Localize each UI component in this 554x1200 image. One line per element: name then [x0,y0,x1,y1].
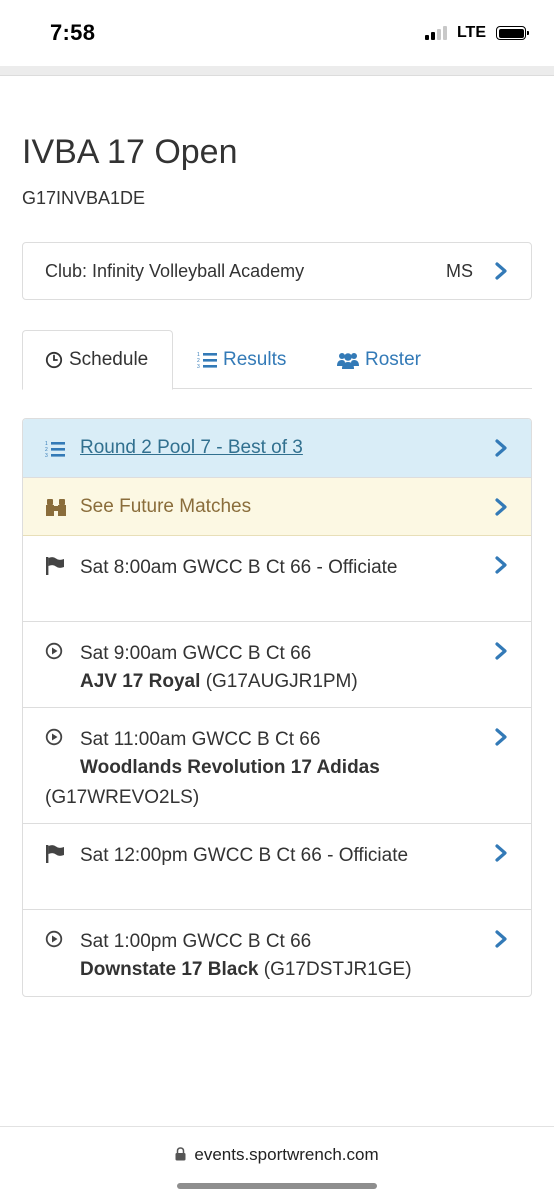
battery-icon [496,26,529,40]
play-circle-icon [45,728,63,751]
tab-roster[interactable]: Roster [337,330,421,389]
chevron-right-icon [493,262,509,280]
network-type: LTE [456,24,486,41]
play-circle-icon [45,642,63,665]
opponent-code: (G17DSTJR1GE) [263,959,412,980]
match-row[interactable]: Sat 1:00pm GWCC B Ct 66 Downstate 17 Bla… [23,910,531,996]
svg-text:3: 3 [45,453,48,459]
tab-roster-label: Roster [365,348,421,370]
future-matches-label: See Future Matches [80,496,252,517]
opponent-name: AJV 17 Royal [80,671,201,692]
chevron-right-icon [493,930,509,948]
address-bar[interactable]: events.sportwrench.com [0,1145,554,1166]
opponent-code: (G17WREVO2LS) [45,787,200,808]
chevron-right-icon [493,728,509,746]
status-time: 7:58 [50,20,96,45]
list-ol-icon: 1 2 3 [197,351,217,369]
clock-icon [45,351,63,369]
match-row[interactable]: Sat 11:00am GWCC B Ct 66 Woodlands Revol… [23,708,531,824]
flag-icon [45,844,65,869]
match-time-location: Sat 11:00am GWCC B Ct 66 [80,729,321,750]
pool-row[interactable]: 1 2 3 Round 2 Pool 7 - Best of 3 [23,419,531,478]
match-row[interactable]: Sat 12:00pm GWCC B Ct 66 - Officiate [23,824,531,910]
chevron-right-icon [493,642,509,660]
club-name: Club: Infinity Volleyball Academy [45,260,305,281]
match-time-location: Sat 8:00am GWCC B Ct 66 - Officiate [80,557,398,578]
opponent-name: Woodlands Revolution 17 Adidas [80,757,380,778]
signal-strength-icon [424,26,447,40]
future-matches-row[interactable]: See Future Matches [23,478,531,536]
chevron-right-icon [493,556,509,574]
users-icon [337,351,359,369]
svg-text:3: 3 [197,364,200,369]
chevron-right-icon [493,844,509,862]
lock-icon [175,1146,186,1166]
opponent-code: (G17AUGJR1PM) [205,671,358,692]
tab-schedule[interactable]: Schedule [22,330,173,390]
home-indicator[interactable] [177,1183,377,1189]
binoculars-icon [45,498,67,523]
match-opponent: Downstate 17 Black (G17DSTJR1GE) [80,955,481,985]
club-card[interactable]: Club: Infinity Volleyball Academy MS [22,242,532,300]
tab-schedule-label: Schedule [69,349,149,370]
tab-results-label: Results [223,348,287,370]
schedule-list: 1 2 3 Round 2 Pool 7 - Best of 3 See Fut… [22,418,532,997]
club-state: MS [446,260,473,281]
page-title: IVBA 17 Open [22,133,238,171]
navbar-strip [0,66,554,76]
pool-link[interactable]: Round 2 Pool 7 - Best of 3 [80,437,303,458]
match-opponent: AJV 17 Royal (G17AUGJR1PM) [80,667,481,697]
team-code: G17INVBA1DE [22,188,146,208]
match-time-location: Sat 12:00pm GWCC B Ct 66 - Officiate [80,845,409,866]
match-time-location: Sat 9:00am GWCC B Ct 66 [80,643,312,664]
tab-results[interactable]: 1 2 3 Results [197,330,286,389]
status-bar: 7:58 LTE [0,0,554,66]
browser-bottom-bar: events.sportwrench.com [0,1126,554,1200]
chevron-right-icon [493,439,509,457]
url-text: events.sportwrench.com [194,1145,379,1164]
status-indicators: LTE [424,24,529,42]
match-opponent: Woodlands Revolution 17 Adidas [80,753,481,783]
list-ol-icon: 1 2 3 [45,439,65,464]
flag-icon [45,556,65,581]
match-row[interactable]: Sat 9:00am GWCC B Ct 66 AJV 17 Royal (G1… [23,622,531,708]
chevron-right-icon [493,498,509,516]
match-time-location: Sat 1:00pm GWCC B Ct 66 [80,931,312,952]
opponent-name: Downstate 17 Black [80,959,259,980]
match-row[interactable]: Sat 8:00am GWCC B Ct 66 - Officiate [23,536,531,622]
play-circle-icon [45,930,63,953]
tab-bar: Schedule 1 2 3 Results Roster [22,330,532,390]
